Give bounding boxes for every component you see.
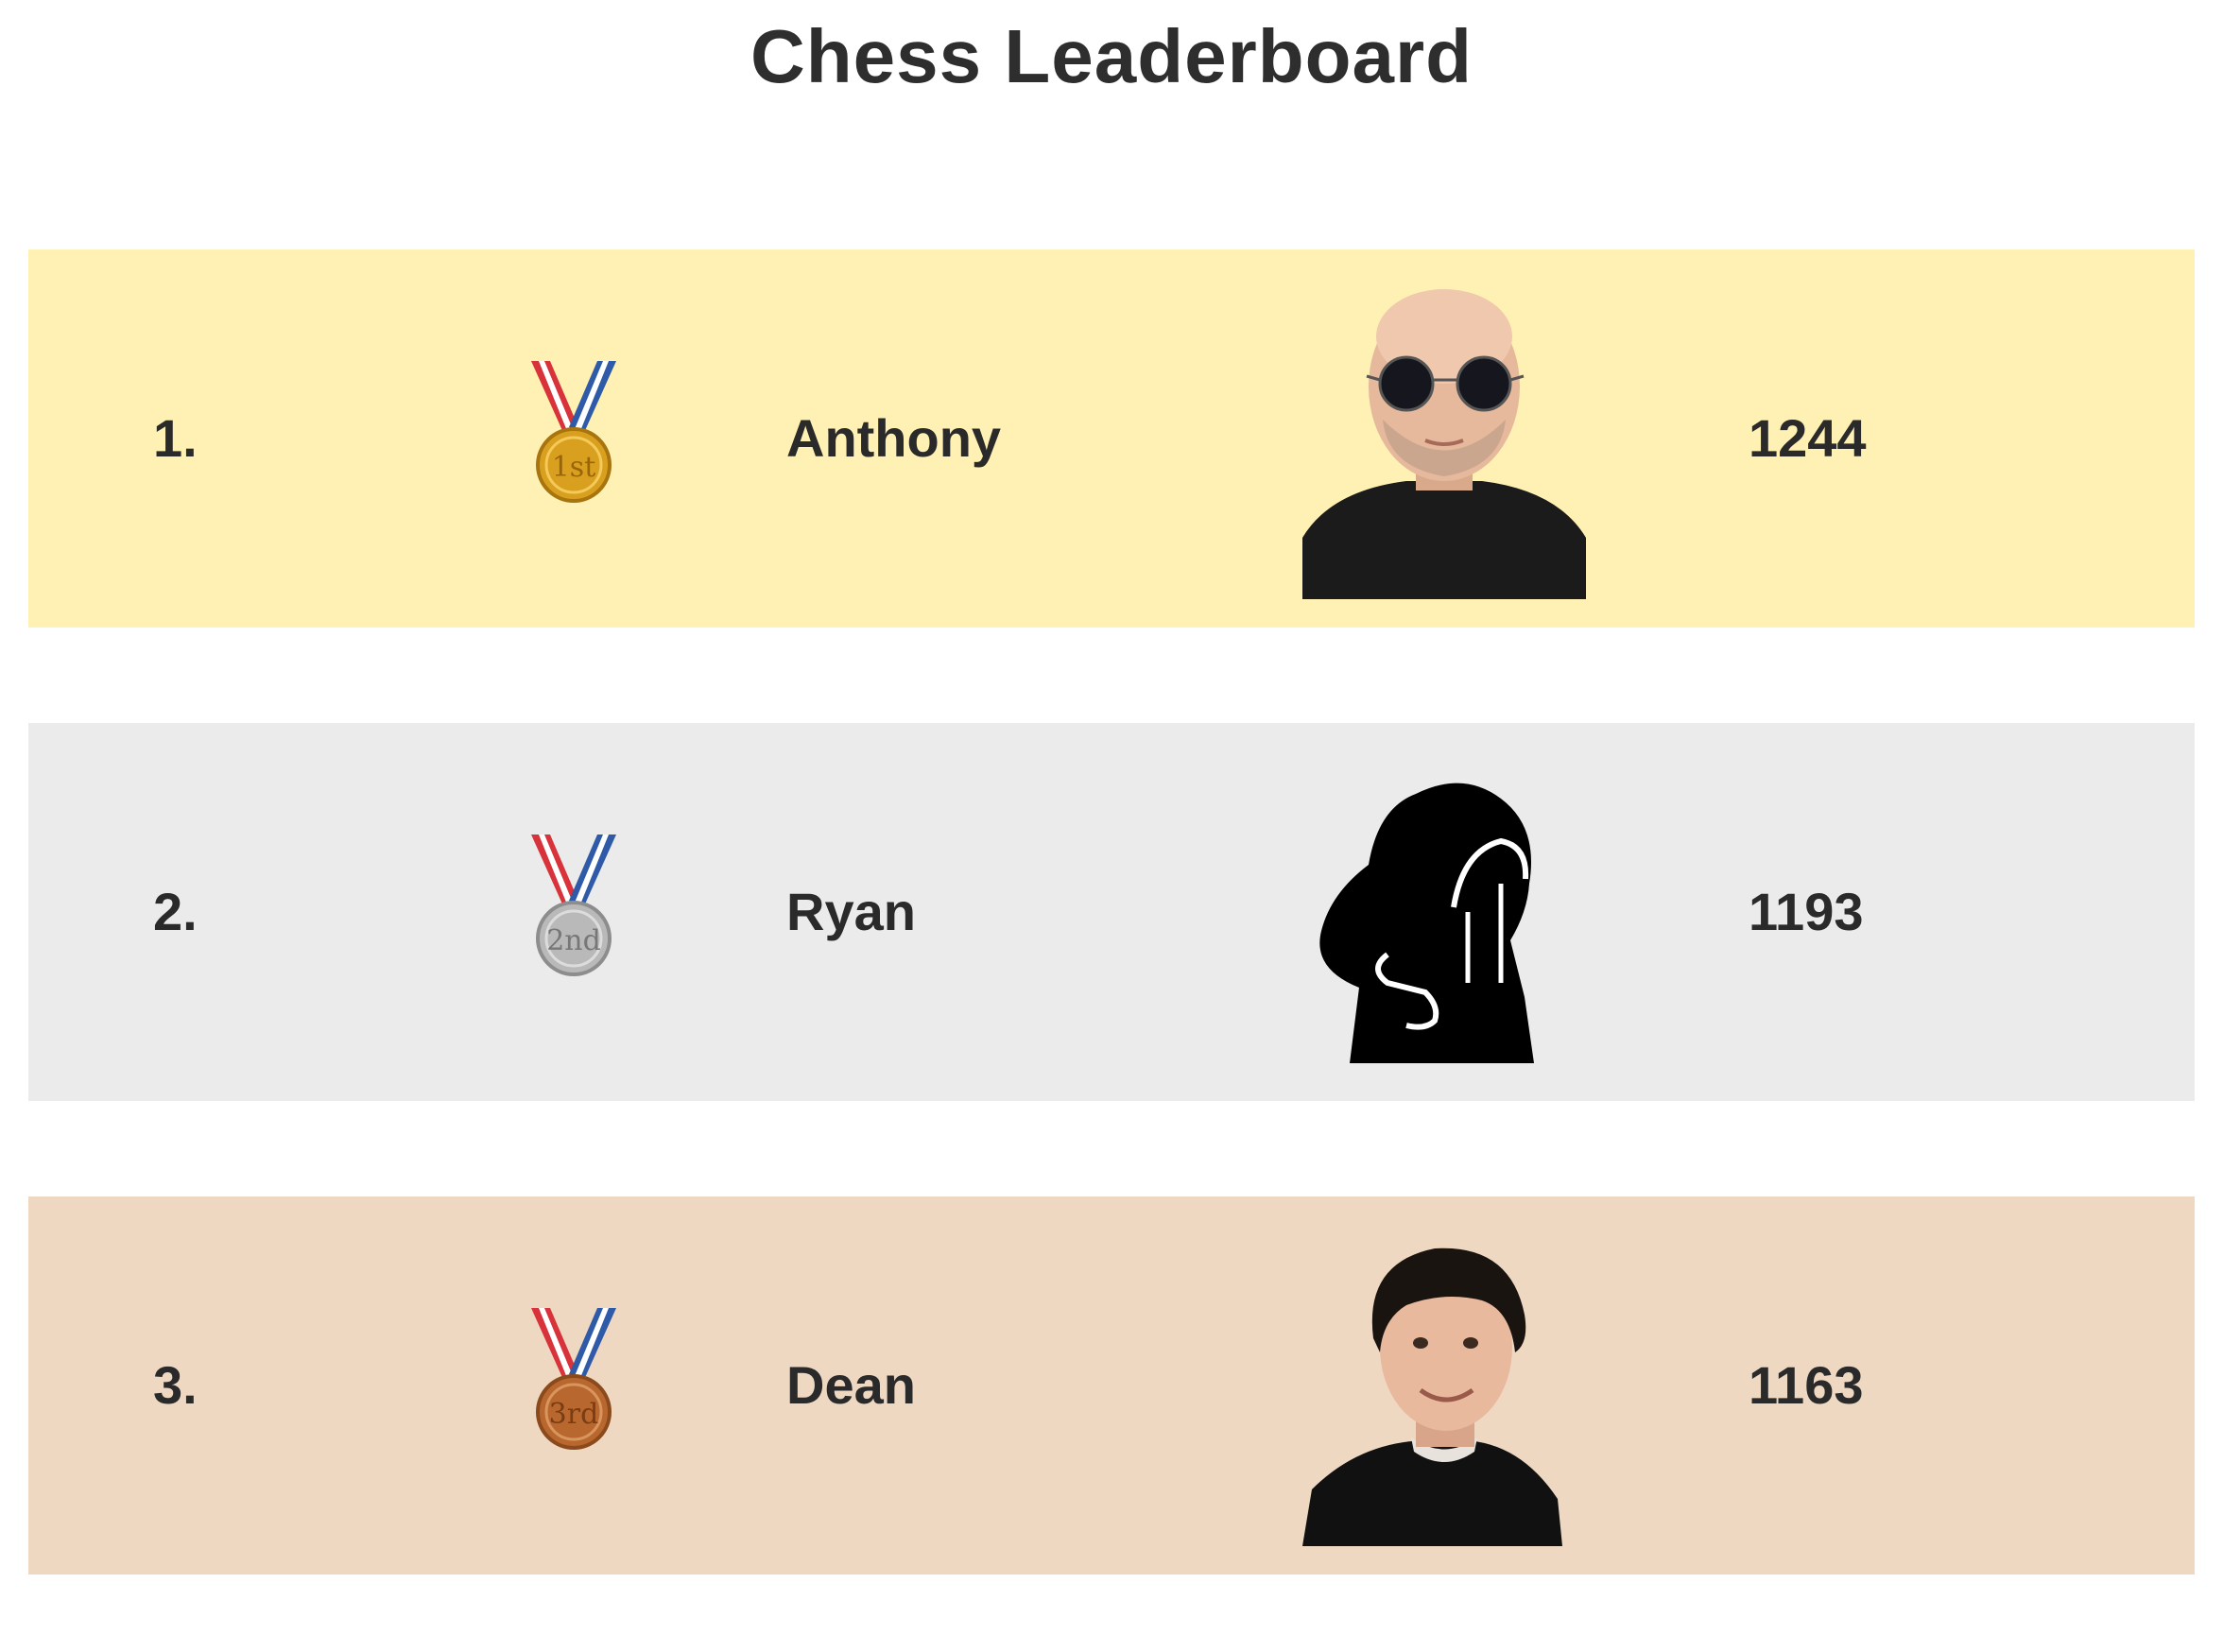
- medal-text: 2nd: [546, 924, 601, 957]
- gold-medal-icon: 1st: [512, 361, 635, 512]
- leaderboard-row-3: 3. 3rd Dean 1163: [28, 1196, 2195, 1575]
- medal-text: 3rd: [549, 1398, 599, 1431]
- player-score: 1163: [1749, 1355, 1864, 1415]
- player-score: 1244: [1749, 408, 1867, 468]
- hooded-figure-icon: [1274, 751, 1614, 1073]
- rank-label: 2.: [153, 882, 198, 941]
- person-sunglasses-photo: [1274, 278, 1614, 599]
- page-title: Chess Leaderboard: [750, 14, 1473, 98]
- leaderboard-row-1: 1. 1st Anthony 1244: [28, 250, 2195, 628]
- player-name: Dean: [786, 1355, 916, 1415]
- person-curly-hair-photo: [1274, 1225, 1614, 1546]
- rank-label: 1.: [153, 408, 198, 468]
- leaderboard-row-2: 2. 2nd Ryan 1193: [28, 723, 2195, 1101]
- rank-label: 3.: [153, 1355, 198, 1415]
- player-score: 1193: [1749, 882, 1864, 941]
- silver-medal-icon: 2nd: [512, 835, 635, 986]
- player-name: Anthony: [786, 408, 1002, 468]
- bronze-medal-icon: 3rd: [512, 1308, 635, 1459]
- medal-text: 1st: [552, 451, 596, 484]
- player-name: Ryan: [786, 882, 916, 941]
